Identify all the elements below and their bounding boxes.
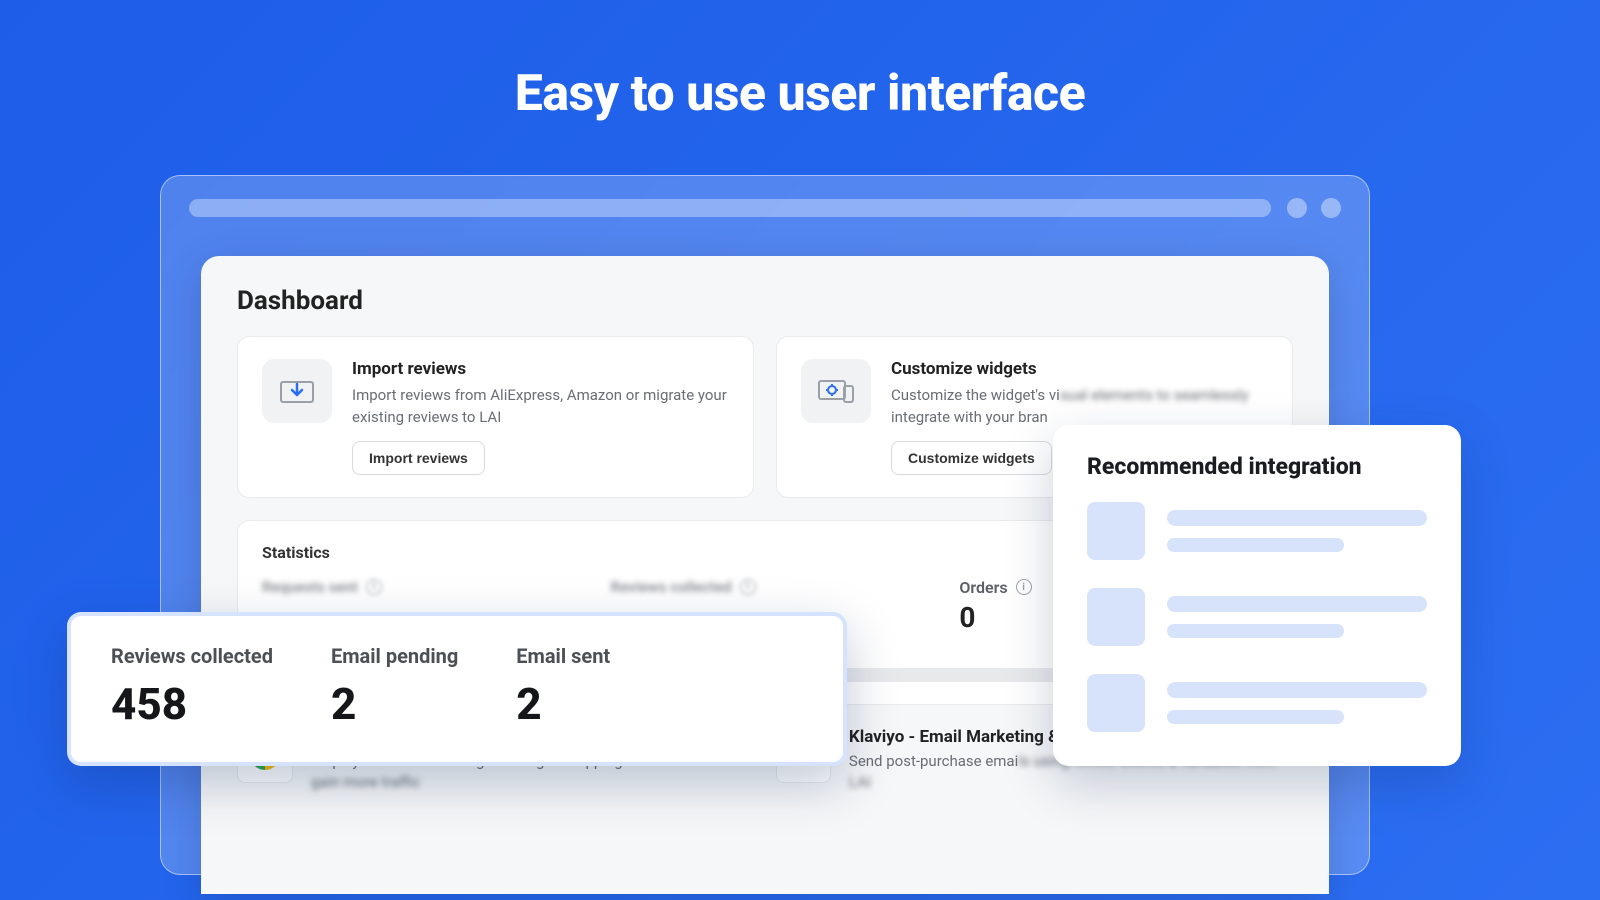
klaviyo-title-visible: Klaviyo - Email Marketing &	[849, 727, 1059, 747]
import-card-desc: Import reviews from AliExpress, Amazon o…	[352, 385, 729, 429]
stats-float-card: Reviews collected 458 Email pending 2 Em…	[67, 612, 847, 766]
customize-desc-blurred: sual elements to seamlessly	[1060, 386, 1249, 404]
float-sent-label: Email sent	[516, 644, 610, 668]
stat-label-reviews: Reviews collected	[611, 578, 732, 596]
reco-placeholder-line	[1167, 682, 1427, 698]
reco-placeholder-line	[1167, 538, 1344, 552]
page-title: Dashboard	[237, 286, 1293, 316]
info-icon[interactable]: i	[1016, 579, 1032, 595]
hero-title: Easy to use user interface	[0, 0, 1600, 123]
recommended-integration-panel: Recommended integration	[1053, 425, 1461, 766]
browser-topbar	[161, 176, 1369, 218]
reco-placeholder-line	[1167, 596, 1427, 612]
window-controls	[1287, 198, 1341, 218]
import-reviews-card: Import reviews Import reviews from AliEx…	[237, 336, 754, 498]
float-pending-label: Email pending	[331, 644, 458, 668]
float-email-sent: Email sent 2	[516, 644, 610, 730]
reco-placeholder-lines	[1167, 682, 1427, 724]
customize-desc-visible: Customize the widget's vi	[891, 386, 1060, 404]
klaviyo-desc-visible: Send post-purchase emai	[849, 752, 1018, 770]
import-icon	[262, 359, 332, 423]
info-icon: i	[740, 579, 756, 595]
float-reviews-collected: Reviews collected 458	[111, 644, 273, 730]
reco-item[interactable]	[1087, 502, 1427, 560]
info-icon: i	[366, 579, 382, 595]
reco-placeholder-line	[1167, 624, 1344, 638]
float-reviews-label: Reviews collected	[111, 644, 273, 668]
reco-item[interactable]	[1087, 588, 1427, 646]
reco-placeholder-lines	[1167, 510, 1427, 552]
stat-label-requests: Requests sent	[262, 578, 358, 596]
import-card-title: Import reviews	[352, 359, 729, 379]
reco-placeholder-icon	[1087, 674, 1145, 732]
float-pending-value: 2	[331, 678, 458, 730]
reco-placeholder-line	[1167, 710, 1344, 724]
address-bar-placeholder	[189, 199, 1271, 217]
recommended-integration-title: Recommended integration	[1087, 453, 1427, 480]
float-email-pending: Email pending 2	[331, 644, 458, 730]
float-reviews-value: 458	[111, 678, 273, 730]
reco-item[interactable]	[1087, 674, 1427, 732]
orders-label: Orders	[959, 578, 1007, 597]
reco-placeholder-lines	[1167, 596, 1427, 638]
reco-placeholder-line	[1167, 510, 1427, 526]
reco-placeholder-icon	[1087, 588, 1145, 646]
reco-placeholder-icon	[1087, 502, 1145, 560]
google-desc-tail: gain more traffic	[311, 773, 420, 791]
customize-card-title: Customize widgets	[891, 359, 1268, 379]
import-reviews-button[interactable]: Import reviews	[352, 441, 485, 475]
window-dot	[1287, 198, 1307, 218]
float-sent-value: 2	[516, 678, 610, 730]
window-dot	[1321, 198, 1341, 218]
customize-widgets-button[interactable]: Customize widgets	[891, 441, 1052, 475]
customize-icon	[801, 359, 871, 423]
customize-card-desc: Customize the widget's visual elements t…	[891, 385, 1268, 429]
customize-desc-line2: integrate with your bran	[891, 408, 1048, 426]
